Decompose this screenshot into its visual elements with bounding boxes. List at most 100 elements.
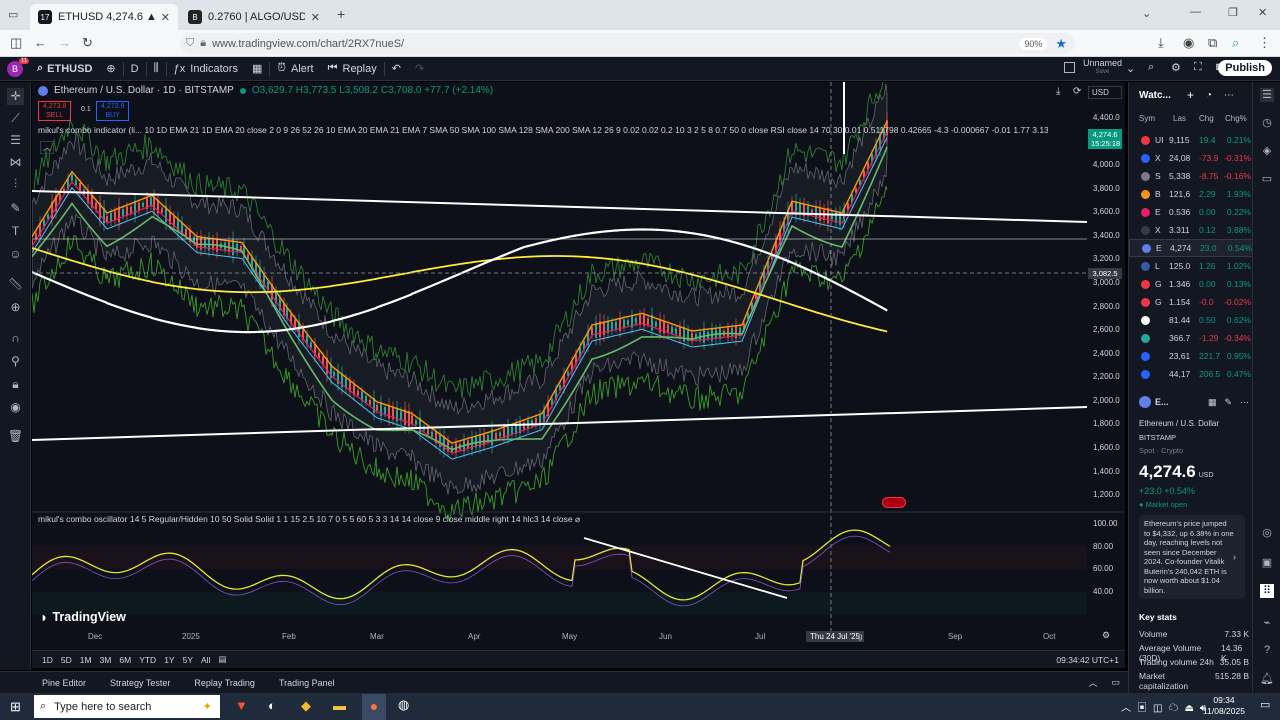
more-icon[interactable]: ⋯ <box>1240 397 1249 408</box>
user-avatar[interactable]: B 11 <box>0 57 30 81</box>
tab-actions-icon[interactable]: ▭ <box>8 8 18 21</box>
chart-canvas[interactable] <box>32 82 1125 652</box>
more-icon[interactable]: ⋯ <box>1224 90 1234 101</box>
search-ext-icon[interactable]: ⌕ <box>1232 35 1239 51</box>
range-all[interactable]: All <box>197 655 214 665</box>
new-tab-icon[interactable]: + <box>337 6 345 22</box>
download-icon[interactable]: ⤓ <box>1158 35 1164 51</box>
currency-button[interactable]: USD <box>1088 86 1122 99</box>
clock-readout[interactable]: 09:34:42 UTC+1 <box>1052 655 1123 665</box>
col-chg[interactable]: Chg <box>1199 114 1214 123</box>
watchlist-row[interactable]: E 0.536 0.00 0.22% <box>1129 203 1253 221</box>
symbol-search-button[interactable]: ⌕ ETHUSD <box>30 57 99 81</box>
watchlist-row[interactable]: UI 9,115 19.4 0.21% <box>1129 131 1253 149</box>
taskbar-search[interactable]: ⌕ Type here to search ✦ <box>34 695 220 718</box>
text-icon[interactable]: T <box>7 223 24 240</box>
col-chgpct[interactable]: Chg% <box>1225 114 1247 123</box>
brush-icon[interactable]: ✎ <box>7 200 24 217</box>
forecast-icon[interactable]: ⫶ <box>7 176 24 193</box>
ideas-icon[interactable]: ◎ <box>1260 526 1274 540</box>
grid-icon[interactable]: ▦ <box>1208 397 1217 408</box>
taskbar-clock[interactable]: 09:34 11/08/2025 <box>1200 695 1248 717</box>
detail-short[interactable]: E... <box>1155 397 1169 407</box>
minimize-icon[interactable]: — <box>1190 6 1201 18</box>
templates-button[interactable]: ▦ <box>245 57 269 81</box>
indicator-legend[interactable]: mikul's combo indicator (li... 10 1D EMA… <box>38 125 1048 135</box>
range-1m[interactable]: 1M <box>76 655 96 665</box>
tab-list-icon[interactable]: ⌄ <box>1142 7 1151 20</box>
range-5d[interactable]: 5D <box>57 655 76 665</box>
layout-checkbox-icon[interactable] <box>1064 62 1075 73</box>
favorite-star-icon[interactable]: ★ <box>1055 36 1067 52</box>
timezone-settings-icon[interactable]: ⚙ <box>1102 630 1110 641</box>
watchlist-row[interactable]: G 1.154 -0.0 -0.02% <box>1129 293 1253 311</box>
watchlist-row[interactable]: 44,17 206.5 0.47% <box>1129 365 1253 383</box>
file-explorer-icon[interactable]: ▬ <box>333 698 346 713</box>
patterns-icon[interactable]: ⋈ <box>7 154 24 171</box>
url-field[interactable]: ⛉ 🔒︎ www.tradingview.com/chart/2RX7nueS/… <box>180 33 1075 54</box>
maximize-panel-icon[interactable]: ▭ <box>1103 677 1128 688</box>
watchlist-row[interactable]: S 5,338 -8.75 -0.16% <box>1129 167 1253 185</box>
forward-icon[interactable]: → <box>58 35 71 50</box>
watchlist-row[interactable]: L 125.0 1.26 1.02% <box>1129 257 1253 275</box>
watchlist-row[interactable]: 23,61 221.7 0.95% <box>1129 347 1253 365</box>
chevron-right-icon[interactable]: › <box>1233 552 1236 562</box>
notification-center-icon[interactable]: ▭ <box>1260 698 1270 711</box>
settings-icon[interactable]: ⚙ <box>1171 61 1181 74</box>
tab-pine-editor[interactable]: Pine Editor <box>0 678 98 688</box>
fullscreen-icon[interactable]: ⛶ <box>1194 61 1202 74</box>
collapse-legend-icon[interactable]: ︿ <box>40 141 54 154</box>
help-icon[interactable]: ? <box>1260 644 1274 658</box>
tray-icons[interactable]: ︿▣◫☁⏏🔊︎ <box>1121 699 1212 714</box>
indicators-button[interactable]: ƒx Indicators <box>167 57 245 81</box>
interval-button[interactable]: D <box>124 57 146 81</box>
firefox-icon[interactable]: ● <box>362 694 386 720</box>
edit-icon[interactable]: ✎ <box>1224 397 1232 408</box>
watchlist-row[interactable]: G 1.346 0.00 0.13% <box>1129 275 1253 293</box>
close-tab-icon[interactable]: ✕ <box>155 11 170 24</box>
sell-box[interactable]: 4,273.8 SELL <box>38 101 72 121</box>
watchlist-layout-icon[interactable]: ◔ <box>1206 90 1212 101</box>
tab-replay-trading[interactable]: Replay Trading <box>182 678 267 688</box>
range-1d[interactable]: 1D <box>38 655 57 665</box>
app-icon[interactable]: ◐ <box>268 698 276 713</box>
extensions-icon[interactable]: ⧉ <box>1208 35 1217 51</box>
add-symbol-icon[interactable]: + <box>1187 88 1194 102</box>
zoom-in-icon[interactable]: ⊕ <box>7 299 24 316</box>
reload-icon[interactable]: ↻ <box>82 35 93 51</box>
publish-button[interactable]: Publish <box>1218 60 1272 76</box>
watchlist-row[interactable]: 81.44 0.50 0.62% <box>1129 311 1253 329</box>
range-3m[interactable]: 3M <box>96 655 116 665</box>
magnet-icon[interactable]: ∩ <box>7 330 24 347</box>
trash-icon[interactable]: 🗑︎ <box>7 428 24 445</box>
tab-ethusd[interactable]: 17 ETHUSD 4,274.6 ▲ +0.54% Unn ✕ <box>30 4 178 30</box>
buy-box[interactable]: 4,273.9 BUY <box>96 101 130 121</box>
tab-algo[interactable]: B 0.2760 | ALGO/USDT | Trade AL ✕ <box>180 4 328 30</box>
col-last[interactable]: Las <box>1173 114 1186 123</box>
watchlist-row[interactable]: B 121,6 2,29 1.93% <box>1129 185 1253 203</box>
watchlist-title[interactable]: Watc... <box>1139 90 1171 101</box>
layers-icon[interactable]: ◈ <box>1260 144 1274 158</box>
tradingview-app-icon[interactable]: ◍ <box>398 697 409 713</box>
close-tab-icon[interactable]: ✕ <box>305 11 320 24</box>
binance-icon[interactable]: ◆ <box>301 698 311 714</box>
restore-icon[interactable]: ❐ <box>1228 6 1238 19</box>
replay-button[interactable]: ⏮ Replay <box>321 57 384 81</box>
range-5y[interactable]: 5Y <box>179 655 197 665</box>
brave-icon[interactable]: ▼ <box>235 698 248 713</box>
layout-name-button[interactable]: Unnamed Save <box>1083 59 1122 77</box>
calendar-icon[interactable]: ▣ <box>1260 556 1274 570</box>
chat-icon[interactable]: ▭ <box>1260 172 1274 186</box>
flag-marker-icon[interactable] <box>882 497 906 508</box>
tab-trading-panel[interactable]: Trading Panel <box>267 678 347 688</box>
watchlist-row[interactable]: X 3.311 0.12 3.88% <box>1129 221 1253 239</box>
window-close-icon[interactable]: ✕ <box>1258 6 1267 19</box>
fib-icon[interactable]: ☰ <box>7 132 24 149</box>
collapse-panel-icon[interactable]: ︿ <box>1082 676 1103 689</box>
chart-area[interactable] <box>32 82 1125 652</box>
watchlist-row[interactable]: 366.7 -1.29 -0.34% <box>1129 329 1253 347</box>
date-range-icon[interactable]: ▤ <box>214 654 230 665</box>
menu-icon[interactable]: ⋮ <box>1258 35 1271 51</box>
scroll-down-icon[interactable]: ⤓ <box>1056 86 1060 97</box>
chevron-down-icon[interactable]: ⌄ <box>1126 62 1135 75</box>
